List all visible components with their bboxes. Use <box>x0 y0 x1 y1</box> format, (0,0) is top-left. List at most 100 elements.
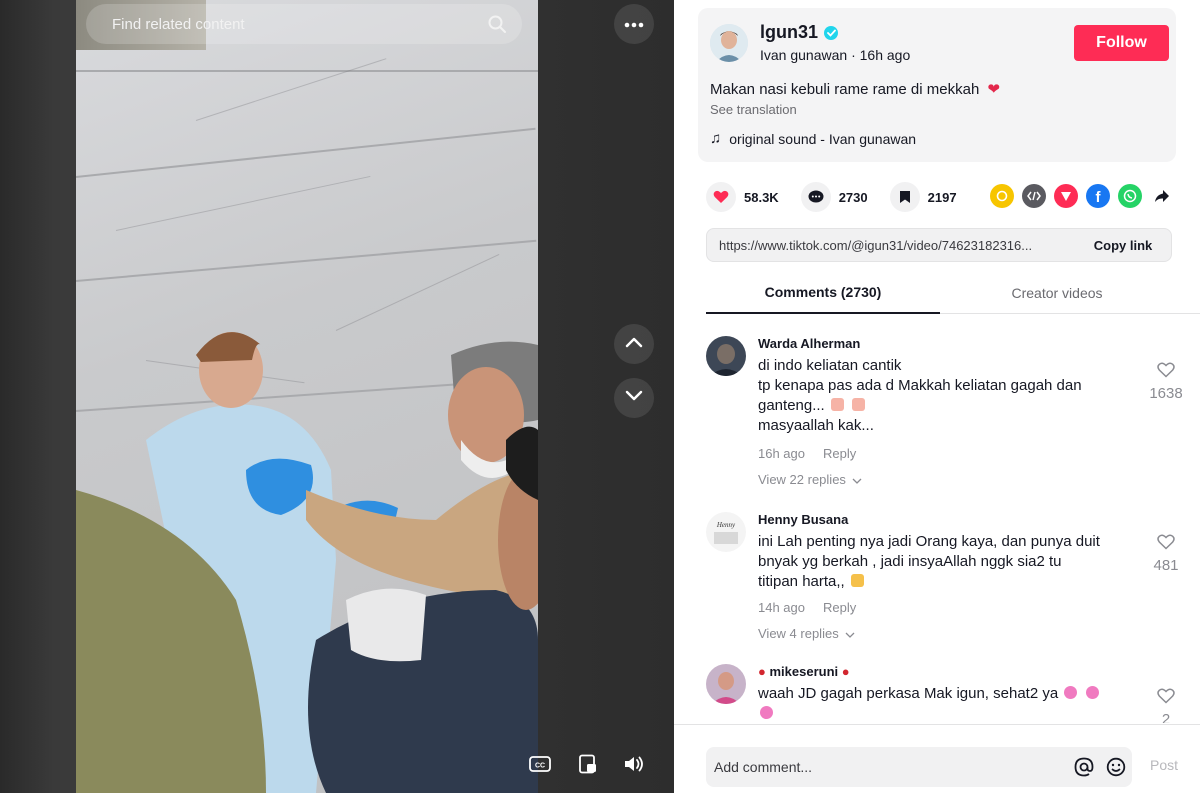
save-stat[interactable]: 2197 <box>889 182 957 212</box>
picture-in-picture-button[interactable] <box>568 746 608 786</box>
commenter-name[interactable]: Henny Busana <box>758 512 848 527</box>
comment-text: ini Lah penting nya jadi Orang kaya, dan… <box>758 532 1130 592</box>
comment-like-button[interactable]: 1638 <box>1146 362 1186 402</box>
details-panel: lgun31 Ivan gunawan · 16h ago Follow Mak… <box>674 0 1200 793</box>
comment-like-count: 481 <box>1153 557 1179 574</box>
volume-icon <box>623 755 645 778</box>
search-placeholder: Find related content <box>112 15 245 33</box>
post-caption: Makan nasi kebuli rame rame di mekkah ❤ <box>710 80 1000 98</box>
author-subline: Ivan gunawan · 16h ago <box>760 47 910 63</box>
comment-line-with-emoji: titipan harta,, <box>758 572 1130 592</box>
save-count: 2197 <box>927 189 957 205</box>
commenter-avatar[interactable]: Henny <box>706 512 746 552</box>
reply-button[interactable]: Reply <box>823 600 856 615</box>
post-comment-button[interactable]: Post <box>1150 757 1178 773</box>
comment-item: ● mikeseruni ● waah JD gagah perkasa Mak… <box>706 664 1186 723</box>
video-link-box: https://www.tiktok.com/@igun31/video/746… <box>706 228 1172 262</box>
comment-like-count: 2 <box>1161 711 1171 723</box>
comment-line: masyaallah kak... <box>758 417 874 434</box>
share-options: f <box>990 184 1174 208</box>
comment-line: waah JD gagah perkasa Mak igun, sehat2 y… <box>758 685 1059 702</box>
follow-button[interactable]: Follow <box>1074 25 1169 61</box>
chevron-up-icon <box>625 335 643 353</box>
engagement-stats: 58.3K 2730 2197 <box>706 182 979 212</box>
next-video-button[interactable] <box>614 378 654 418</box>
commenter-name: mikeseruni <box>769 664 839 679</box>
more-options-button[interactable] <box>614 4 654 44</box>
view-replies-label: View 22 replies <box>758 472 846 487</box>
video-frame[interactable] <box>76 0 538 793</box>
send-icon[interactable] <box>1054 184 1078 208</box>
sound-title: original sound - Ivan gunawan <box>729 130 917 147</box>
share-arrow-icon[interactable] <box>1150 184 1174 208</box>
add-comment-placeholder: Add comment... <box>714 759 813 775</box>
comment-line: titipan harta,, <box>758 573 845 590</box>
video-scene <box>76 332 538 793</box>
facebook-icon[interactable]: f <box>1086 184 1110 208</box>
embed-coin-icon[interactable] <box>990 184 1014 208</box>
comment-time: 16h ago <box>758 446 805 461</box>
picture-in-picture-icon <box>578 754 598 779</box>
comment-item: Warda Alherman di indo keliatan cantik t… <box>706 336 1186 496</box>
heart-outline-icon <box>1157 688 1175 709</box>
sound-link[interactable]: ♫ original sound - Ivan gunawan <box>710 130 916 147</box>
embed-code-icon[interactable] <box>1022 184 1046 208</box>
comment-text: di indo keliatan cantik tp kenapa pas ad… <box>758 356 1130 436</box>
comment-like-button[interactable]: 2 <box>1146 688 1186 723</box>
cherry-emoji-icon: ● <box>841 664 850 679</box>
commenter-avatar[interactable] <box>706 336 746 376</box>
post-time: 16h ago <box>859 47 911 63</box>
comment-count: 2730 <box>838 189 868 205</box>
chevron-down-icon <box>625 389 643 407</box>
tab-comments[interactable]: Comments (2730) <box>706 272 940 314</box>
reply-button[interactable]: Reply <box>823 446 856 461</box>
commenter-avatar[interactable] <box>706 664 746 704</box>
related-content-search[interactable]: Find related content <box>86 4 522 44</box>
comment-like-button[interactable]: 481 <box>1146 534 1186 574</box>
comment-time: 14h ago <box>758 600 805 615</box>
heart-outline-icon <box>1157 534 1175 555</box>
captions-button[interactable]: CC <box>520 746 560 786</box>
verified-badge-icon <box>824 25 839 40</box>
comment-line: di indo keliatan cantik <box>758 357 902 374</box>
like-stat[interactable]: 58.3K <box>706 182 779 212</box>
separator: · <box>847 47 860 63</box>
comment-text: waah JD gagah perkasa Mak igun, sehat2 y… <box>758 684 1130 723</box>
flower-emoji-icon <box>760 706 773 719</box>
panel-tabs: Comments (2730) Creator videos <box>706 272 1200 314</box>
comment-stat[interactable]: 2730 <box>800 182 868 212</box>
comment-line-with-emoji: ganteng... <box>758 396 1130 416</box>
display-name: Ivan gunawan <box>760 47 848 63</box>
comments-list[interactable]: Warda Alherman di indo keliatan cantik t… <box>674 318 1200 723</box>
ellipsis-icon <box>624 15 644 33</box>
commenter-name-row[interactable]: ● mikeseruni ● <box>758 664 850 679</box>
tab-creator-videos[interactable]: Creator videos <box>940 272 1174 314</box>
add-comment-input[interactable]: Add comment... <box>706 747 1132 787</box>
comment-line: bnyak yg berkah , jadi insyaAllah nggk s… <box>758 553 1062 570</box>
search-icon[interactable] <box>486 13 508 35</box>
comment-line-with-emoji <box>758 704 1130 723</box>
music-note-icon: ♫ <box>710 130 722 147</box>
avatar[interactable] <box>710 24 748 62</box>
mention-icon[interactable] <box>1068 751 1100 783</box>
previous-video-button[interactable] <box>614 324 654 364</box>
commenter-name[interactable]: Warda Alherman <box>758 336 860 351</box>
copy-link-button[interactable]: Copy link <box>1075 229 1171 261</box>
comment-meta: 16h ago Reply <box>758 446 856 461</box>
video-url[interactable]: https://www.tiktok.com/@igun31/video/746… <box>707 238 1075 253</box>
see-translation-link[interactable]: See translation <box>710 102 797 117</box>
comment-line: ini Lah penting nya jadi Orang kaya, dan… <box>758 533 1100 550</box>
comment-line: ganteng... <box>758 397 825 414</box>
view-replies-button[interactable]: View 4 replies <box>758 626 855 641</box>
username-text: lgun31 <box>760 22 819 42</box>
chevron-down-icon <box>845 626 855 641</box>
video-player[interactable]: Find related content CC <box>0 0 674 793</box>
author-username[interactable]: lgun31 <box>760 22 839 43</box>
volume-button[interactable] <box>614 746 654 786</box>
view-replies-button[interactable]: View 22 replies <box>758 472 862 487</box>
emoji-picker-icon[interactable] <box>1100 751 1132 783</box>
add-comment-bar: Add comment... Post <box>674 724 1200 793</box>
whatsapp-icon[interactable] <box>1118 184 1142 208</box>
tiktok-video-page: Find related content CC lgun31 Ivan guna… <box>0 0 1200 793</box>
captions-icon: CC <box>529 755 551 777</box>
